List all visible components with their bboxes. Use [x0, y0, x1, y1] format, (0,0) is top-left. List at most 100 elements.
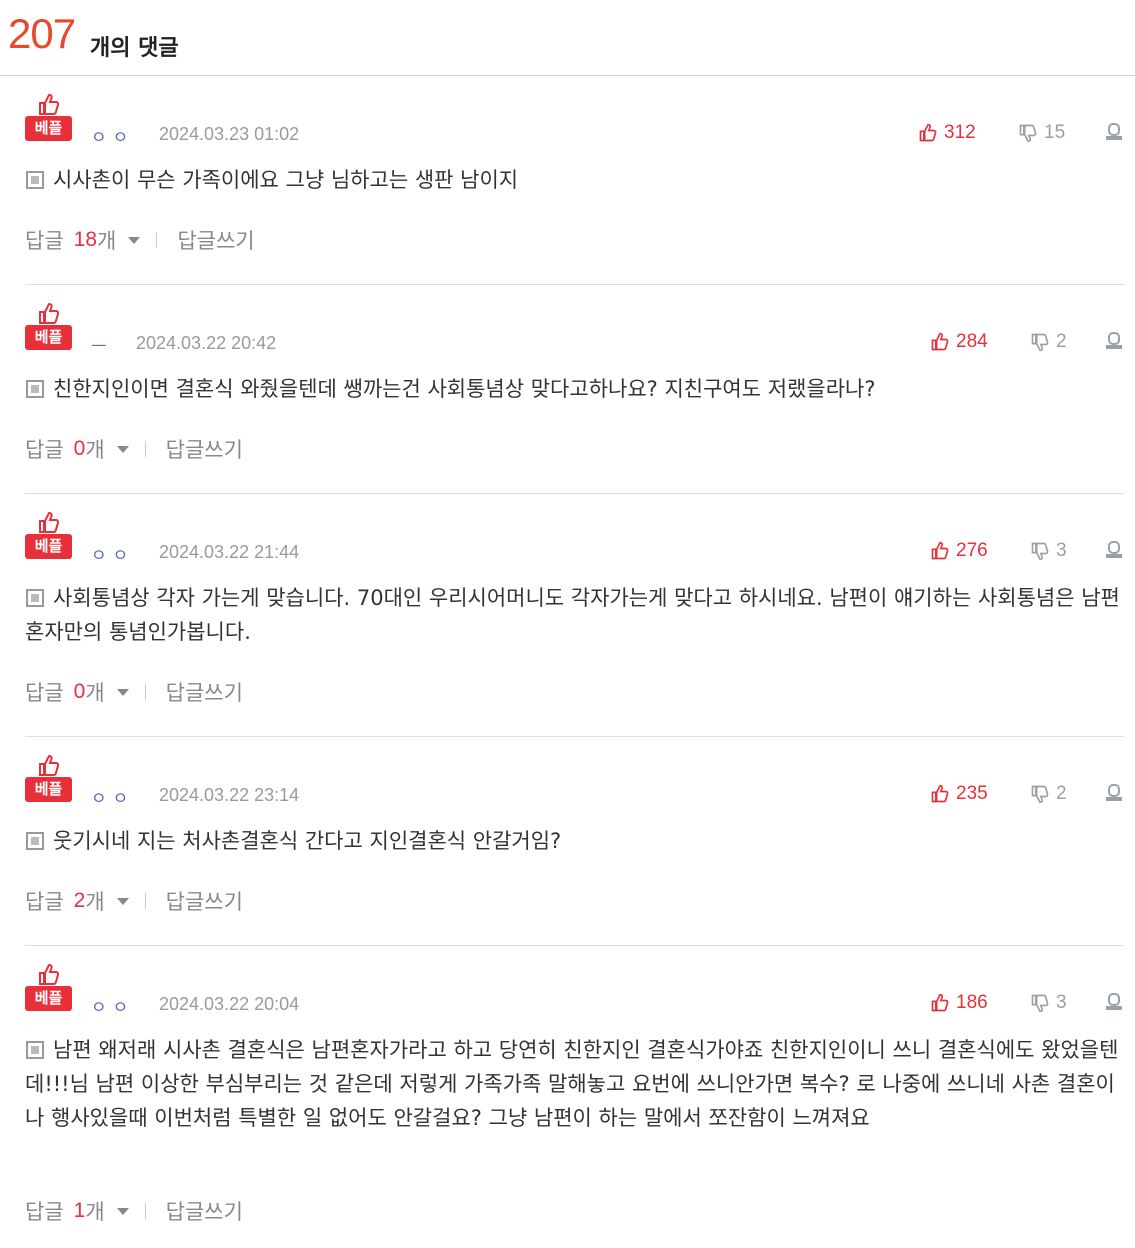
dislike-count: 15 [1044, 122, 1066, 143]
reply-label: 답글 [25, 1200, 64, 1224]
caret-down-icon [116, 897, 129, 905]
comment-author[interactable]: ㅇㅇ [91, 784, 134, 809]
comment-text: 친한지인이면 결혼식 와줬을텐데 쌩까는건 사회통념상 맞다고하나요? 지친구여… [53, 377, 876, 401]
reply-unit: 개 [85, 890, 105, 914]
like-count: 276 [956, 540, 988, 561]
document-icon [26, 380, 44, 398]
caret-down-icon [116, 688, 129, 696]
comment-item: 베플 ㅡ 2024.03.22 20:42 284 2 친한지인이면 결혼식 와… [25, 302, 1124, 494]
reply-count: 1 [73, 1199, 86, 1222]
report-icon[interactable] [1104, 121, 1124, 143]
write-reply-button[interactable]: 답글쓰기 [166, 886, 243, 916]
dislike-count: 2 [1056, 783, 1067, 804]
like-count: 312 [944, 122, 976, 143]
comment-meta: ㅇㅇ 2024.03.22 23:14 235 2 [25, 780, 1124, 809]
best-thumb-icon [39, 963, 60, 985]
comment-date: 2024.03.22 23:14 [159, 785, 300, 805]
thumbs-down-icon [1031, 333, 1049, 352]
document-icon [26, 171, 44, 189]
reply-label: 답글 [25, 229, 64, 253]
comment-text-block: 웃기시네 지는 처사촌결혼식 간다고 지인결혼식 안갈거임? [25, 824, 1124, 858]
reply-count: 0 [73, 680, 86, 703]
reply-row: 답글 1 개 답글쓰기 [25, 1196, 243, 1226]
best-thumb-icon [39, 511, 60, 533]
reply-toggle-button[interactable]: 답글 0 개 [25, 434, 129, 464]
comment-text: 남편 왜저래 시사촌 결혼식은 남편혼자가라고 하고 당연히 친한지인 결혼식가… [25, 1038, 1119, 1130]
best-thumb-icon [39, 754, 60, 776]
reply-row: 답글 0 개 답글쓰기 [25, 434, 243, 464]
separator [144, 684, 146, 700]
reply-row: 답글 2 개 답글쓰기 [25, 886, 243, 916]
write-reply-button[interactable]: 답글쓰기 [166, 1196, 243, 1226]
thumbs-down-icon [1031, 994, 1049, 1013]
separator [156, 232, 158, 248]
like-button[interactable]: 235 [930, 780, 988, 808]
reply-toggle-button[interactable]: 답글 0 개 [25, 677, 129, 707]
comment-author[interactable]: ㅡ [91, 332, 113, 357]
comments-header: 207 개의 댓글 [0, 0, 1135, 76]
like-button[interactable]: 186 [930, 989, 988, 1017]
write-reply-button[interactable]: 답글쓰기 [177, 225, 254, 255]
comment-author[interactable]: ㅇㅇ [91, 123, 134, 148]
comment-text: 웃기시네 지는 처사촌결혼식 간다고 지인결혼식 안갈거임? [53, 829, 562, 853]
reply-unit: 개 [97, 229, 117, 253]
reply-row: 답글 0 개 답글쓰기 [25, 677, 243, 707]
document-icon [26, 832, 44, 850]
caret-down-icon [116, 1207, 129, 1215]
best-thumb-icon [39, 93, 60, 115]
reply-count: 18 [73, 228, 97, 251]
thumbs-down-icon [1019, 124, 1037, 143]
like-count: 284 [956, 331, 988, 352]
dislike-button[interactable]: 2 [1030, 328, 1067, 356]
reply-unit: 개 [85, 438, 105, 462]
reply-row: 답글 18 개 답글쓰기 [25, 225, 255, 255]
comment-item: 베플 ㅇㅇ 2024.03.22 23:14 235 2 웃기시네 지는 처사촌… [25, 754, 1124, 946]
report-icon[interactable] [1104, 991, 1124, 1013]
reply-toggle-button[interactable]: 답글 2 개 [25, 886, 129, 916]
separator [144, 1203, 146, 1219]
thumbs-up-icon [919, 123, 937, 142]
reply-unit: 개 [85, 1200, 105, 1224]
dislike-button[interactable]: 3 [1030, 989, 1067, 1017]
thumbs-up-icon [931, 541, 949, 560]
dislike-button[interactable]: 15 [1018, 119, 1065, 147]
comment-meta: ㅇㅇ 2024.03.23 01:02 312 15 [25, 119, 1124, 148]
comment-date: 2024.03.23 01:02 [159, 124, 300, 144]
reply-toggle-button[interactable]: 답글 1 개 [25, 1196, 129, 1226]
comment-count: 207 [8, 10, 76, 57]
dislike-button[interactable]: 2 [1030, 780, 1067, 808]
thumbs-up-icon [931, 332, 949, 351]
report-icon[interactable] [1104, 539, 1124, 561]
comment-date: 2024.03.22 20:42 [136, 333, 277, 353]
reply-toggle-button[interactable]: 답글 18 개 [25, 225, 141, 255]
comment-date: 2024.03.22 20:04 [159, 994, 300, 1014]
report-icon[interactable] [1104, 330, 1124, 352]
comment-text-block: 사회통념상 각자 가는게 맞습니다. 70대인 우리시어머니도 각자가는게 맞다… [25, 581, 1124, 649]
reply-label: 답글 [25, 890, 64, 914]
reply-count: 2 [73, 889, 86, 912]
comment-author[interactable]: ㅇㅇ [91, 993, 134, 1018]
comment-text-block: 친한지인이면 결혼식 와줬을텐데 쌩까는건 사회통념상 맞다고하나요? 지친구여… [25, 372, 1124, 406]
document-icon [26, 589, 44, 607]
reply-count: 0 [73, 437, 86, 460]
report-icon[interactable] [1104, 782, 1124, 804]
like-button[interactable]: 312 [918, 119, 976, 147]
write-reply-button[interactable]: 답글쓰기 [166, 434, 243, 464]
dislike-button[interactable]: 3 [1030, 537, 1067, 565]
comment-date: 2024.03.22 21:44 [159, 542, 300, 562]
comment-author[interactable]: ㅇㅇ [91, 541, 134, 566]
like-count: 235 [956, 783, 988, 804]
comment-count-label: 개의 댓글 [90, 36, 179, 61]
dislike-count: 3 [1056, 992, 1067, 1013]
comment-text: 사회통념상 각자 가는게 맞습니다. 70대인 우리시어머니도 각자가는게 맞다… [25, 586, 1120, 644]
thumbs-up-icon [931, 993, 949, 1012]
like-button[interactable]: 284 [930, 328, 988, 356]
comment-item: 베플 ㅇㅇ 2024.03.22 20:04 186 3 남편 왜저래 시사촌 … [25, 963, 1124, 1248]
like-button[interactable]: 276 [930, 537, 988, 565]
like-count: 186 [956, 992, 988, 1013]
dislike-count: 3 [1056, 540, 1067, 561]
comment-text-block: 남편 왜저래 시사촌 결혼식은 남편혼자가라고 하고 당연히 친한지인 결혼식가… [25, 1033, 1124, 1135]
thumbs-down-icon [1031, 785, 1049, 804]
write-reply-button[interactable]: 답글쓰기 [166, 677, 243, 707]
caret-down-icon [116, 445, 129, 453]
